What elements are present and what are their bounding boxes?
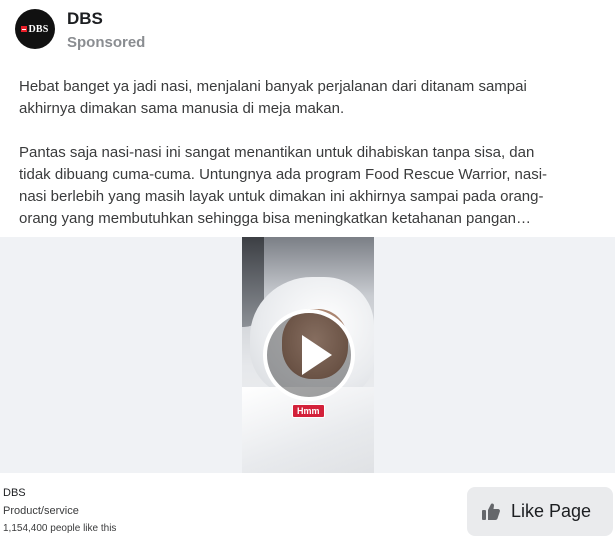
like-page-button[interactable]: Like Page (467, 487, 613, 536)
dbs-mark-icon (21, 26, 28, 32)
video-caption-tag: Hmm (292, 404, 325, 418)
thumbs-up-icon (481, 502, 501, 522)
dbs-logo-icon: DBS (21, 24, 48, 35)
footer-page-name[interactable]: DBS (3, 487, 26, 499)
video-player[interactable]: Hmm (242, 237, 374, 473)
post-text: Hebat banget ya jadi nasi, menjalani ban… (19, 78, 548, 227)
page-avatar[interactable]: DBS (15, 9, 55, 49)
footer-like-count: 1,154,400 people like this (3, 523, 117, 534)
avatar-text: DBS (28, 23, 49, 35)
sponsored-label[interactable]: Sponsored (67, 34, 145, 51)
page-name[interactable]: DBS (67, 9, 103, 29)
media-container: Hmm (0, 237, 615, 473)
post-header: DBS DBS Sponsored (15, 9, 605, 53)
footer-category: Product/service (3, 505, 79, 517)
like-page-label: Like Page (511, 501, 592, 521)
play-icon[interactable] (263, 309, 355, 401)
